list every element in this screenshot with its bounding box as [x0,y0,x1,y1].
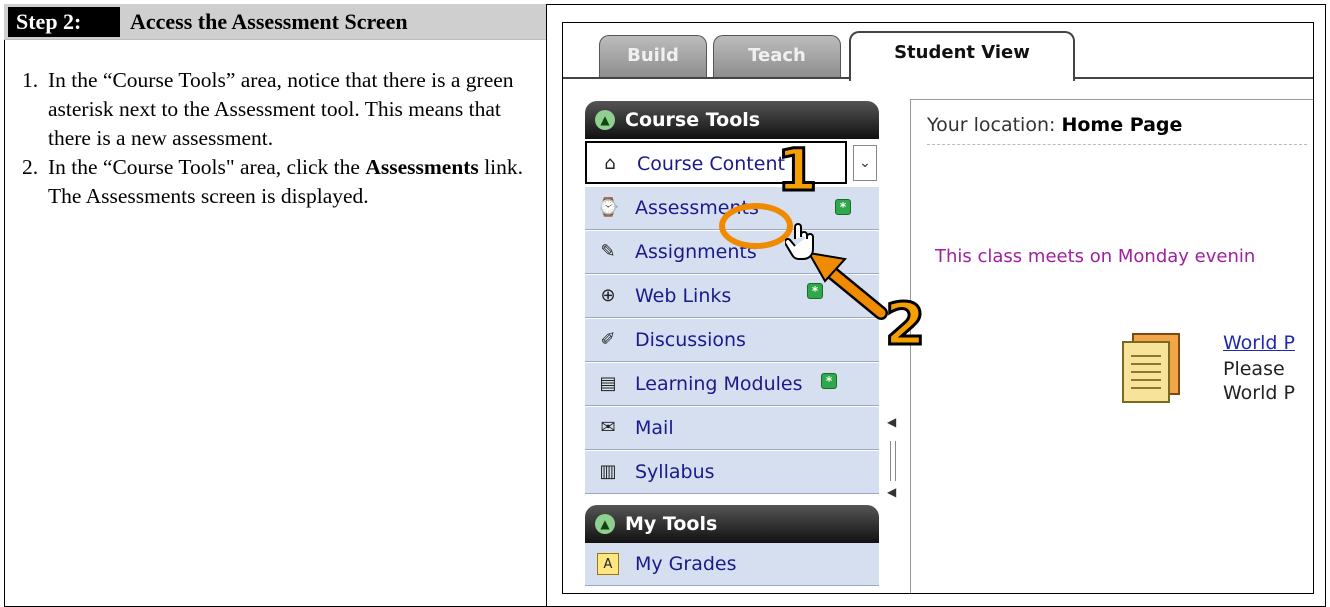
step-header: Step 2: Access the Assessment Screen [4,4,546,40]
instruction-column: Step 2: Access the Assessment Screen 1. … [4,4,547,607]
tab-student-view[interactable]: Student View [849,31,1075,81]
step-text: In the “Course Tools" area, click the As… [48,153,532,211]
step-number: 1. [22,68,39,92]
step-item: 2. In the “Course Tools" area, click the… [22,153,532,211]
step-list: 1. In the “Course Tools” area, notice th… [22,66,532,211]
step-text: In the “Course Tools” area, notice that … [48,68,514,150]
step-title: Access the Assessment Screen [130,9,408,34]
lms-screenshot: Build Teach Student View ▲ Course Tools … [562,22,1314,594]
step-text-bold: Assessments [365,155,479,179]
step-text-part: In the “Course Tools" area, click the [48,155,366,179]
step-item: 1. In the “Course Tools” area, notice th… [22,66,532,153]
hand-cursor-icon [785,223,814,260]
step-label: Step 2: [8,7,120,37]
callout-arrow [807,251,888,320]
step-number: 2. [22,155,39,179]
